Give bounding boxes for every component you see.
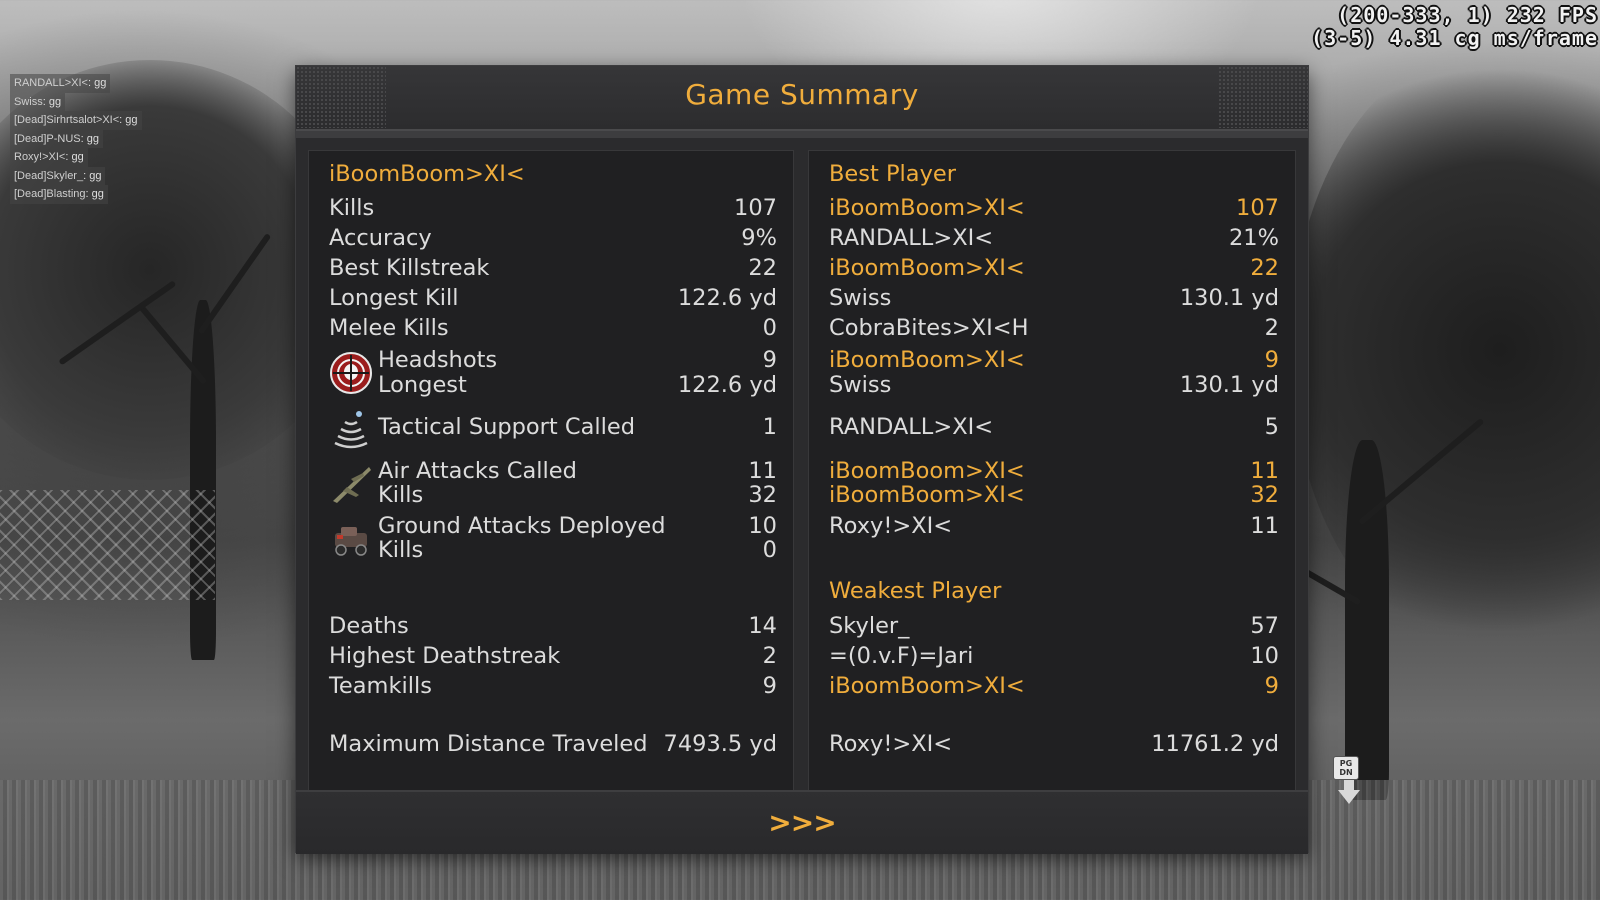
page-title: Game Summary	[685, 78, 919, 111]
best-player-column: Best Player iBoomBoom>XI< 107 RANDALL>XI<…	[808, 150, 1296, 840]
chat-line: Swiss: gg	[10, 92, 66, 111]
best-row: RANDALL>XI< 21%	[829, 225, 1279, 251]
stat-row-longest-kill: Longest Kill 122.6 yd	[329, 285, 777, 311]
stat-row-best-killstreak: Best Killstreak 22	[329, 255, 777, 281]
chat-log: RANDALL>XI<: gg Swiss: gg [Dead]Sirhrtsa…	[10, 74, 142, 204]
stat-row-tactical-support: Tactical Support Called 1	[378, 414, 777, 440]
best-row: iBoomBoom>XI< 22	[829, 255, 1279, 281]
panel-header: Game Summary	[296, 66, 1308, 131]
distance-leader-row: Roxy!>XI< 11761.2 yd	[829, 731, 1279, 757]
weakest-player-header: Weakest Player	[829, 578, 1002, 604]
best-row: Swiss 130.1 yd	[829, 285, 1279, 311]
stat-row-air-kills: Kills 32	[378, 482, 777, 508]
stat-row-teamkills: Teamkills 9	[329, 673, 777, 699]
stat-row-deaths: Deaths 14	[329, 613, 777, 639]
divider	[296, 131, 1308, 138]
chat-line: Roxy!>XI<: gg	[10, 148, 88, 167]
fps-line-1: (200-333, 1) 232 FPS	[1337, 3, 1598, 27]
stat-row-accuracy: Accuracy 9%	[329, 225, 777, 251]
chat-line: [Dead]P-NUS: gg	[10, 129, 103, 148]
best-row: iBoomBoom>XI< 32	[829, 482, 1279, 508]
arrow-down-icon[interactable]	[1338, 780, 1360, 804]
stat-row-distance: Maximum Distance Traveled 7493.5 yd	[329, 731, 777, 757]
weakest-row: =(0.v.F)=Jari 10	[829, 643, 1279, 669]
stat-row-headshot-longest: Longest 122.6 yd	[378, 372, 777, 398]
fps-line-2: (3-5) 4.31 cg ms/frame	[1311, 26, 1598, 50]
weakest-row: Skyler_ 57	[829, 613, 1279, 639]
stat-row-deathstreak: Highest Deathstreak 2	[329, 643, 777, 669]
player-stats-column: iBoomBoom>XI< Kills 107 Accuracy 9% Best K…	[308, 150, 794, 840]
weakest-row: iBoomBoom>XI< 9	[829, 673, 1279, 699]
next-button[interactable]: >>>	[296, 806, 1308, 839]
best-row: CobraBites>XI<H 2	[829, 315, 1279, 341]
chat-line: [Dead]Skyler_: gg	[10, 166, 106, 185]
best-row: RANDALL>XI< 5	[829, 414, 1279, 440]
stat-row-ground-kills: Kills 0	[378, 537, 777, 563]
chat-line: [Dead]Blasting: gg	[10, 185, 108, 204]
page-down-key-icon[interactable]: PG DN	[1333, 756, 1359, 780]
game-summary-panel: Game Summary iBoomBoom>XI< Kills 107 Accu…	[296, 66, 1308, 854]
stat-row-kills: Kills 107	[329, 195, 777, 221]
chat-line: [Dead]Sirhrtsalot>XI<: gg	[10, 111, 142, 130]
best-row: iBoomBoom>XI< 107	[829, 195, 1279, 221]
best-player-header: Best Player	[829, 161, 956, 187]
fps-counter: (200-333, 1) 232 FPS (3-5) 4.31 cg ms/fr…	[1311, 4, 1600, 50]
best-row: Roxy!>XI< 11	[829, 513, 1279, 539]
chat-line: RANDALL>XI<: gg	[10, 74, 111, 93]
best-row: Swiss 130.1 yd	[829, 372, 1279, 398]
player-name: iBoomBoom>XI<	[329, 161, 525, 187]
panel-footer: >>>	[296, 790, 1308, 854]
stat-row-melee-kills: Melee Kills 0	[329, 315, 777, 341]
